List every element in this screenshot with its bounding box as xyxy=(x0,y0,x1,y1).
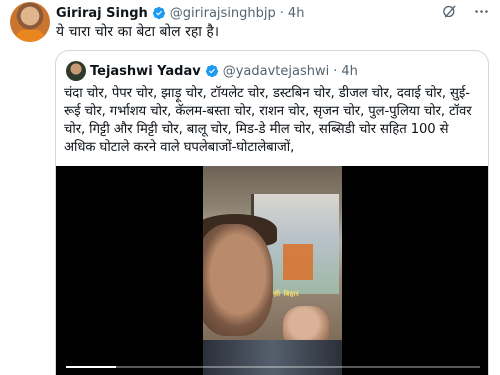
quoted-tweet[interactable]: Tejashwi Yadav @yadavtejashwi · 4h चंदा … xyxy=(55,50,489,375)
quoted-tweet-header: Tejashwi Yadav @yadavtejashwi · 4h xyxy=(90,62,480,80)
tweet[interactable]: Giriraj Singh @girirajsinghbjp · 4h ये च… xyxy=(0,0,500,375)
tweet-text: ये चारा चोर का बेटा बोल रहा है। xyxy=(56,24,220,40)
header-actions xyxy=(440,2,490,20)
quoted-author-handle[interactable]: @yadavtejashwi xyxy=(223,64,330,79)
verified-badge-icon xyxy=(152,6,166,20)
quoted-tweet-time[interactable]: 4h xyxy=(341,64,358,79)
video-progress-fill xyxy=(66,366,116,368)
verified-badge-icon xyxy=(205,64,219,78)
separator-dot: · xyxy=(279,5,284,21)
grok-icon[interactable] xyxy=(440,2,458,20)
video-progress-bar[interactable] xyxy=(66,366,480,368)
more-options-icon[interactable] xyxy=(472,2,490,20)
tweet-time[interactable]: 4h xyxy=(288,6,305,21)
quoted-tweet-text: चंदा चोर, पेपर चोर, झाड़ू चोर, टॉयलेट चो… xyxy=(64,86,472,155)
quoted-author-avatar[interactable] xyxy=(66,61,86,81)
tweet-header: Giriraj Singh @girirajsinghbjp · 4h xyxy=(56,4,490,22)
author-handle[interactable]: @girirajsinghbjp xyxy=(170,6,276,21)
video-frame: ज़ी बिहार xyxy=(203,166,342,375)
video-player[interactable]: ज़ी बिहार xyxy=(56,166,488,375)
separator-dot: · xyxy=(333,63,338,79)
video-channel-logo: ज़ी बिहार xyxy=(273,290,300,298)
author-avatar[interactable] xyxy=(10,2,50,42)
quoted-author-name[interactable]: Tejashwi Yadav xyxy=(90,64,201,79)
author-name[interactable]: Giriraj Singh xyxy=(56,6,148,21)
